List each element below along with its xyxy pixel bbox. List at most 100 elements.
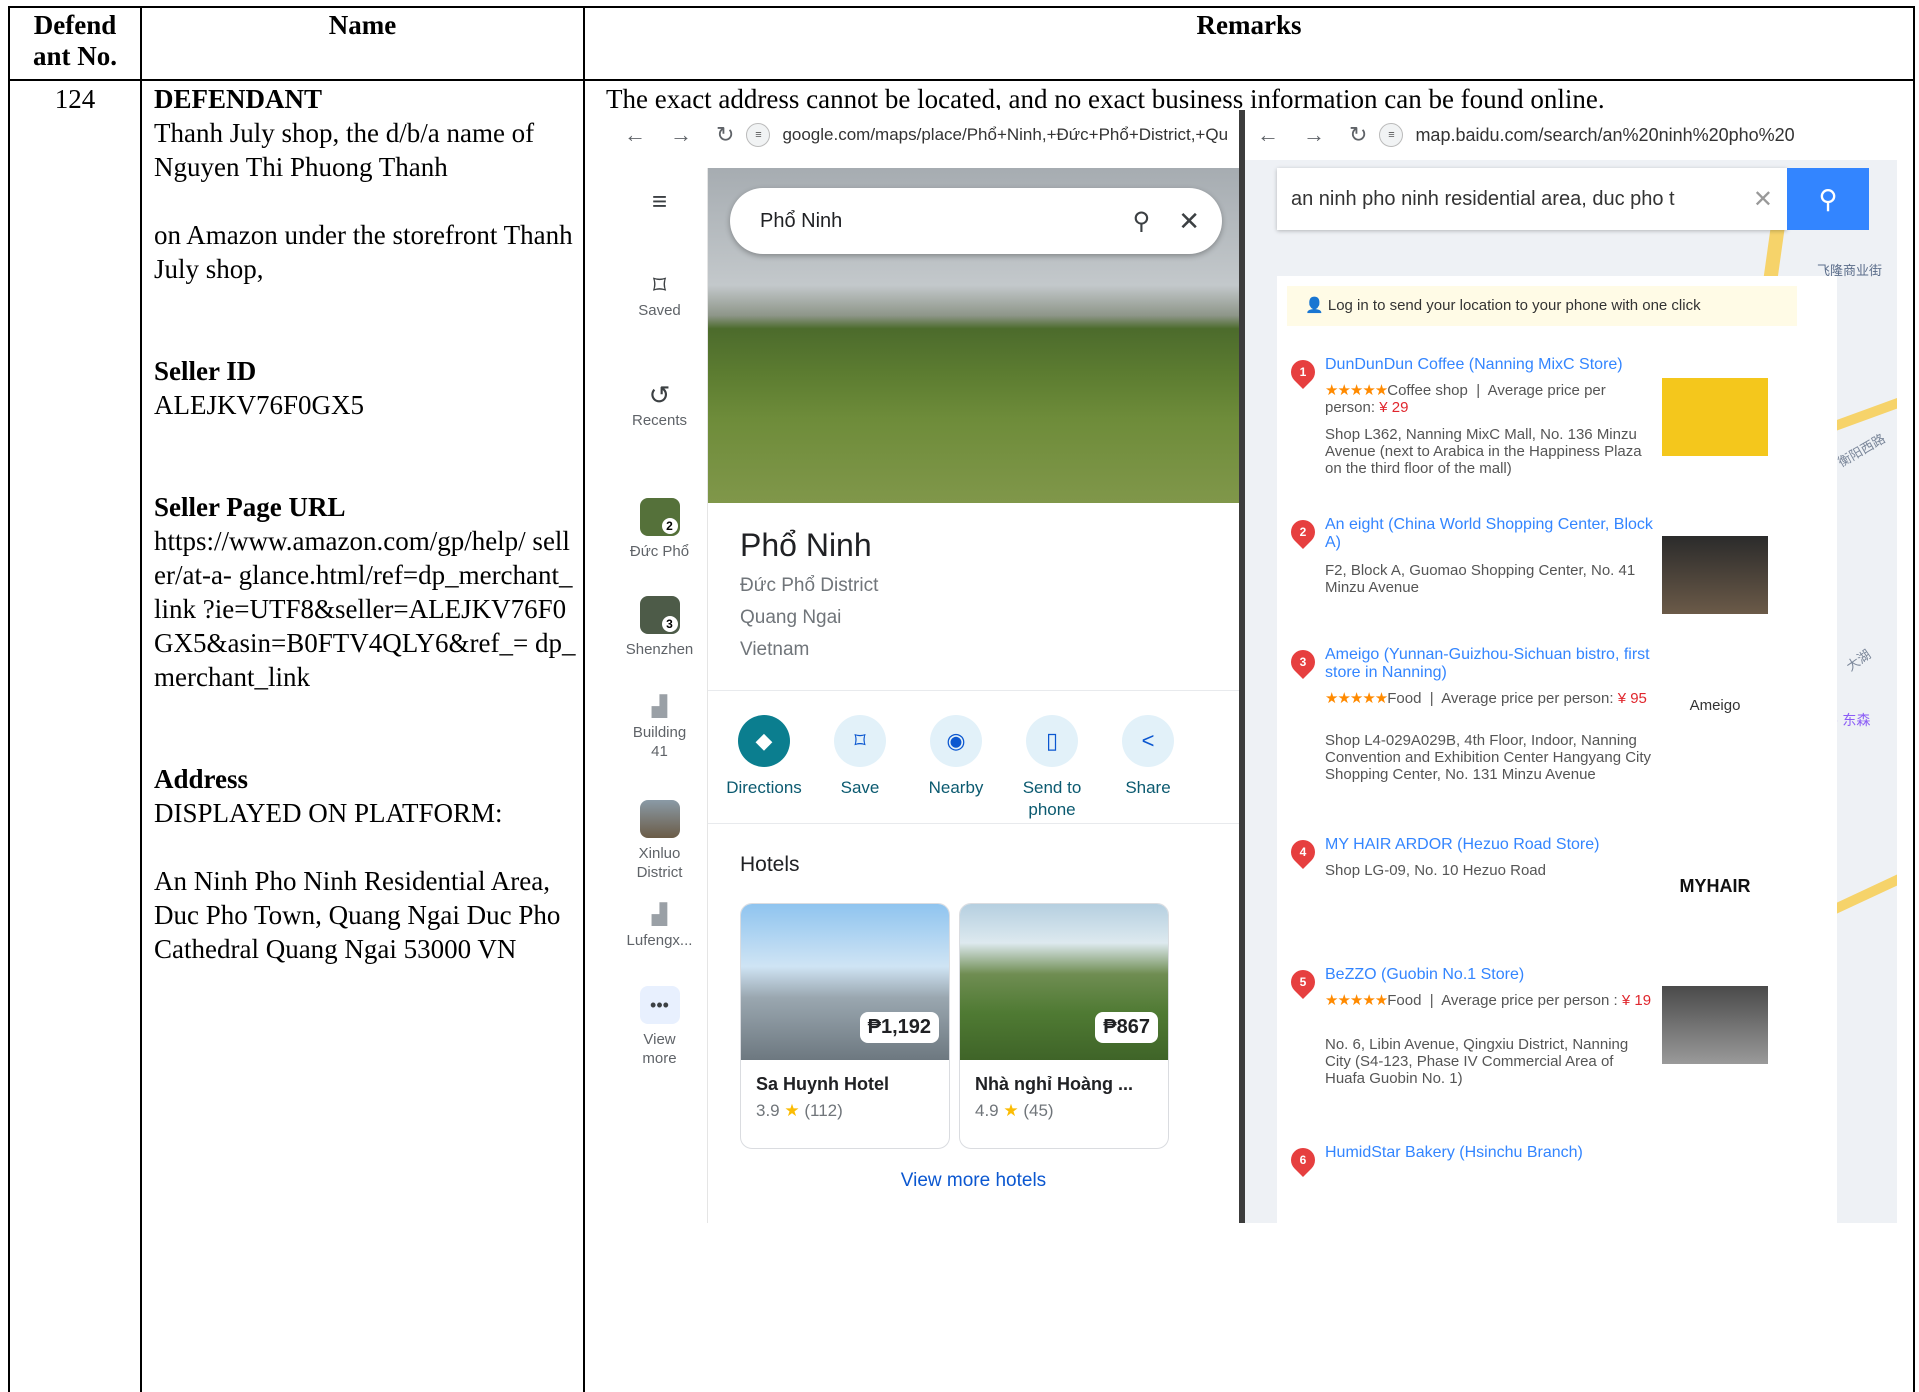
rail-label: View more: [642, 1031, 677, 1067]
view-more-hotels-link[interactable]: View more hotels: [708, 1170, 1239, 1192]
action-label: Save: [840, 778, 880, 797]
history-icon: ↺: [648, 380, 671, 410]
result-meta: ★★★★★Food | Average price per person : ¥…: [1325, 992, 1652, 1009]
back-arrow-icon[interactable]: ←: [1257, 122, 1279, 148]
google-maps-panel: ← → ↻ ≡ google.com/maps/place/Phổ+Ninh,+…: [612, 110, 1245, 1223]
rail-item-shenzhen[interactable]: 3 Shenzhen: [612, 596, 707, 659]
table-col-divider-1: [140, 6, 142, 1392]
share-icon: <: [1122, 715, 1174, 767]
search-icon: ⚲: [1818, 184, 1838, 214]
rail-item-view-more[interactable]: ••• View more: [612, 986, 707, 1068]
bookmark-icon: ⌑: [834, 715, 886, 767]
login-banner[interactable]: 👤 Log in to send your location to your p…: [1287, 286, 1797, 326]
rail-item-saved[interactable]: ⌑ Saved: [612, 272, 707, 320]
result-title[interactable]: DunDunDun Coffee (Nanning MixC Store): [1325, 356, 1655, 374]
back-arrow-icon[interactable]: ←: [624, 122, 646, 148]
reload-icon[interactable]: ↻: [716, 122, 734, 148]
result-meta: ★★★★★Coffee shop | Average price per per…: [1325, 382, 1606, 416]
more-icon: •••: [639, 986, 680, 1024]
rail-item-building-41[interactable]: ▟ Building 41: [612, 696, 707, 761]
map-pin-icon: 1: [1286, 355, 1320, 389]
site-settings-icon[interactable]: ≡: [746, 123, 771, 147]
result-title[interactable]: BeZZO (Guobin No.1 Store): [1325, 966, 1655, 984]
action-label: Nearby: [928, 778, 984, 797]
seller-id-label: Seller ID: [154, 356, 257, 386]
send-to-phone-button[interactable]: ▯ Send to phone: [1004, 715, 1100, 821]
address-value: An Ninh Pho Ninh Residential Area, Duc P…: [154, 866, 561, 964]
list-item[interactable]: 2 An eight (China World Shopping Center,…: [1277, 515, 1797, 616]
place-thumbnail: 2: [639, 498, 680, 536]
share-button[interactable]: < Share: [1100, 715, 1196, 799]
hotel-rating: 3.9 ★ (112): [756, 1101, 843, 1120]
rail-item-duc-pho[interactable]: 2 Đức Phổ: [612, 498, 707, 561]
maps-search-input[interactable]: Phổ Ninh: [760, 210, 1133, 233]
hotel-card[interactable]: ₱867 Nhà nghỉ Hoàng ... 4.9 ★ (45): [959, 903, 1169, 1149]
list-item[interactable]: 3 Ameigo (Yunnan-Guizhou-Sichuan bistro,…: [1277, 645, 1797, 796]
hotel-card[interactable]: ₱1,192 Sa Huynh Hotel 3.9 ★ (112): [740, 903, 950, 1149]
save-button[interactable]: ⌑ Save: [812, 715, 908, 799]
site-settings-icon[interactable]: ≡: [1379, 123, 1404, 147]
place-thumbnail: 3: [639, 596, 680, 634]
place-country: Vietnam: [740, 639, 810, 660]
action-label: Share: [1125, 778, 1171, 797]
map-screenshots: ← → ↻ ≡ google.com/maps/place/Phổ+Ninh,+…: [612, 110, 1897, 1223]
search-icon[interactable]: ⚲: [1133, 207, 1151, 236]
baidu-results-list: 👤 Log in to send your location to your p…: [1277, 276, 1837, 1223]
result-meta: ★★★★★Food | Average price per person: ¥ …: [1325, 690, 1647, 707]
google-url-text[interactable]: google.com/maps/place/Phổ+Ninh,+Đức+Phổ+…: [782, 125, 1228, 145]
nearby-icon: ◉: [930, 715, 982, 767]
rail-item-xinluo[interactable]: Xinluo District: [612, 800, 707, 882]
place-actions: ◆ Directions ⌑ Save ◉ Nearby ▯ Send to phone…: [708, 690, 1239, 824]
count-badge: 3: [661, 616, 678, 632]
google-url-bar[interactable]: ← → ↻ ≡ google.com/maps/place/Phổ+Ninh,+…: [612, 110, 1239, 160]
map-pin-icon: 5: [1286, 965, 1320, 999]
baidu-map-panel: 飞隆商业街 衡阳西路 大湖 ● 东森 ← → ↻ ≡ map.baidu.com…: [1245, 110, 1897, 1223]
place-district: Đức Phổ District: [740, 575, 879, 596]
result-title[interactable]: Ameigo (Yunnan-Guizhou-Sichuan bistro, f…: [1325, 646, 1655, 682]
seller-url-label: Seller Page URL: [154, 492, 346, 522]
result-address: F2, Block A, Guomao Shopping Center, No.…: [1325, 562, 1636, 596]
header-name: Name: [328, 10, 397, 40]
list-item[interactable]: 4 MY HAIR ARDOR (Hezuo Road Store) Shop …: [1277, 835, 1797, 936]
rail-item-lufengx[interactable]: ▟ Lufengx...: [612, 905, 707, 950]
hamburger-icon: ≡: [651, 186, 668, 216]
header-remarks: Remarks: [1196, 10, 1302, 40]
place-photo[interactable]: Phổ Ninh ⚲ ✕: [708, 168, 1239, 503]
building-icon: ▟: [651, 696, 668, 718]
baidu-search-input[interactable]: an ninh pho ninh residential area, duc p…: [1291, 188, 1739, 211]
baidu-search-button[interactable]: ⚲: [1787, 168, 1869, 230]
hotel-rating: 4.9 ★ (45): [975, 1101, 1054, 1120]
defendant-heading: DEFENDANT: [154, 84, 323, 114]
maps-search-box[interactable]: Phổ Ninh ⚲ ✕: [730, 188, 1222, 254]
place-province: Quang Ngai: [740, 607, 842, 628]
list-item[interactable]: 6 HumidStar Bakery (Hsinchu Branch): [1277, 1143, 1797, 1184]
result-title[interactable]: MY HAIR ARDOR (Hezuo Road Store): [1325, 836, 1655, 854]
result-title[interactable]: HumidStar Bakery (Hsinchu Branch): [1325, 1144, 1655, 1162]
nearby-button[interactable]: ◉ Nearby: [908, 715, 1004, 799]
list-item[interactable]: 1 DunDunDun Coffee (Nanning MixC Store) …: [1277, 355, 1797, 496]
action-label: Send to phone: [1022, 778, 1082, 819]
hotel-price: ₱867: [1095, 1012, 1158, 1043]
forward-arrow-icon[interactable]: →: [1303, 122, 1325, 148]
menu-button[interactable]: ≡: [612, 186, 707, 217]
forward-arrow-icon[interactable]: →: [670, 122, 692, 148]
rail-item-recents[interactable]: ↺ Recents: [612, 380, 707, 430]
reload-icon[interactable]: ↻: [1349, 122, 1367, 148]
directions-button[interactable]: ◆ Directions: [716, 715, 812, 799]
result-logo: MYHAIR: [1679, 876, 1751, 896]
baidu-url-bar[interactable]: ← → ↻ ≡ map.baidu.com/search/an%20ninh%2…: [1245, 110, 1897, 160]
result-title[interactable]: An eight (China World Shopping Center, B…: [1325, 516, 1655, 552]
address-platform: DISPLAYED ON PLATFORM:: [154, 798, 503, 828]
baidu-url-text[interactable]: map.baidu.com/search/an%20ninh%20pho%20: [1415, 125, 1794, 146]
clear-icon[interactable]: ✕: [1753, 185, 1773, 214]
place-thumbnail: [639, 800, 680, 838]
name-cell: DEFENDANT Thanh July shop, the d/b/a nam…: [154, 82, 579, 966]
result-address: Shop L362, Nanning MixC Mall, No. 136 Mi…: [1325, 426, 1642, 477]
list-item[interactable]: 5 BeZZO (Guobin No.1 Store) ★★★★★Food | …: [1277, 965, 1797, 1106]
map-label: 衡阳西路: [1835, 430, 1888, 470]
close-icon[interactable]: ✕: [1178, 206, 1200, 237]
rail-label: Đức Phổ: [629, 543, 690, 560]
count-badge: 2: [661, 518, 678, 534]
baidu-search-box[interactable]: an ninh pho ninh residential area, duc p…: [1277, 168, 1787, 230]
hotel-name: Nhà nghỉ Hoàng ...: [975, 1074, 1133, 1094]
